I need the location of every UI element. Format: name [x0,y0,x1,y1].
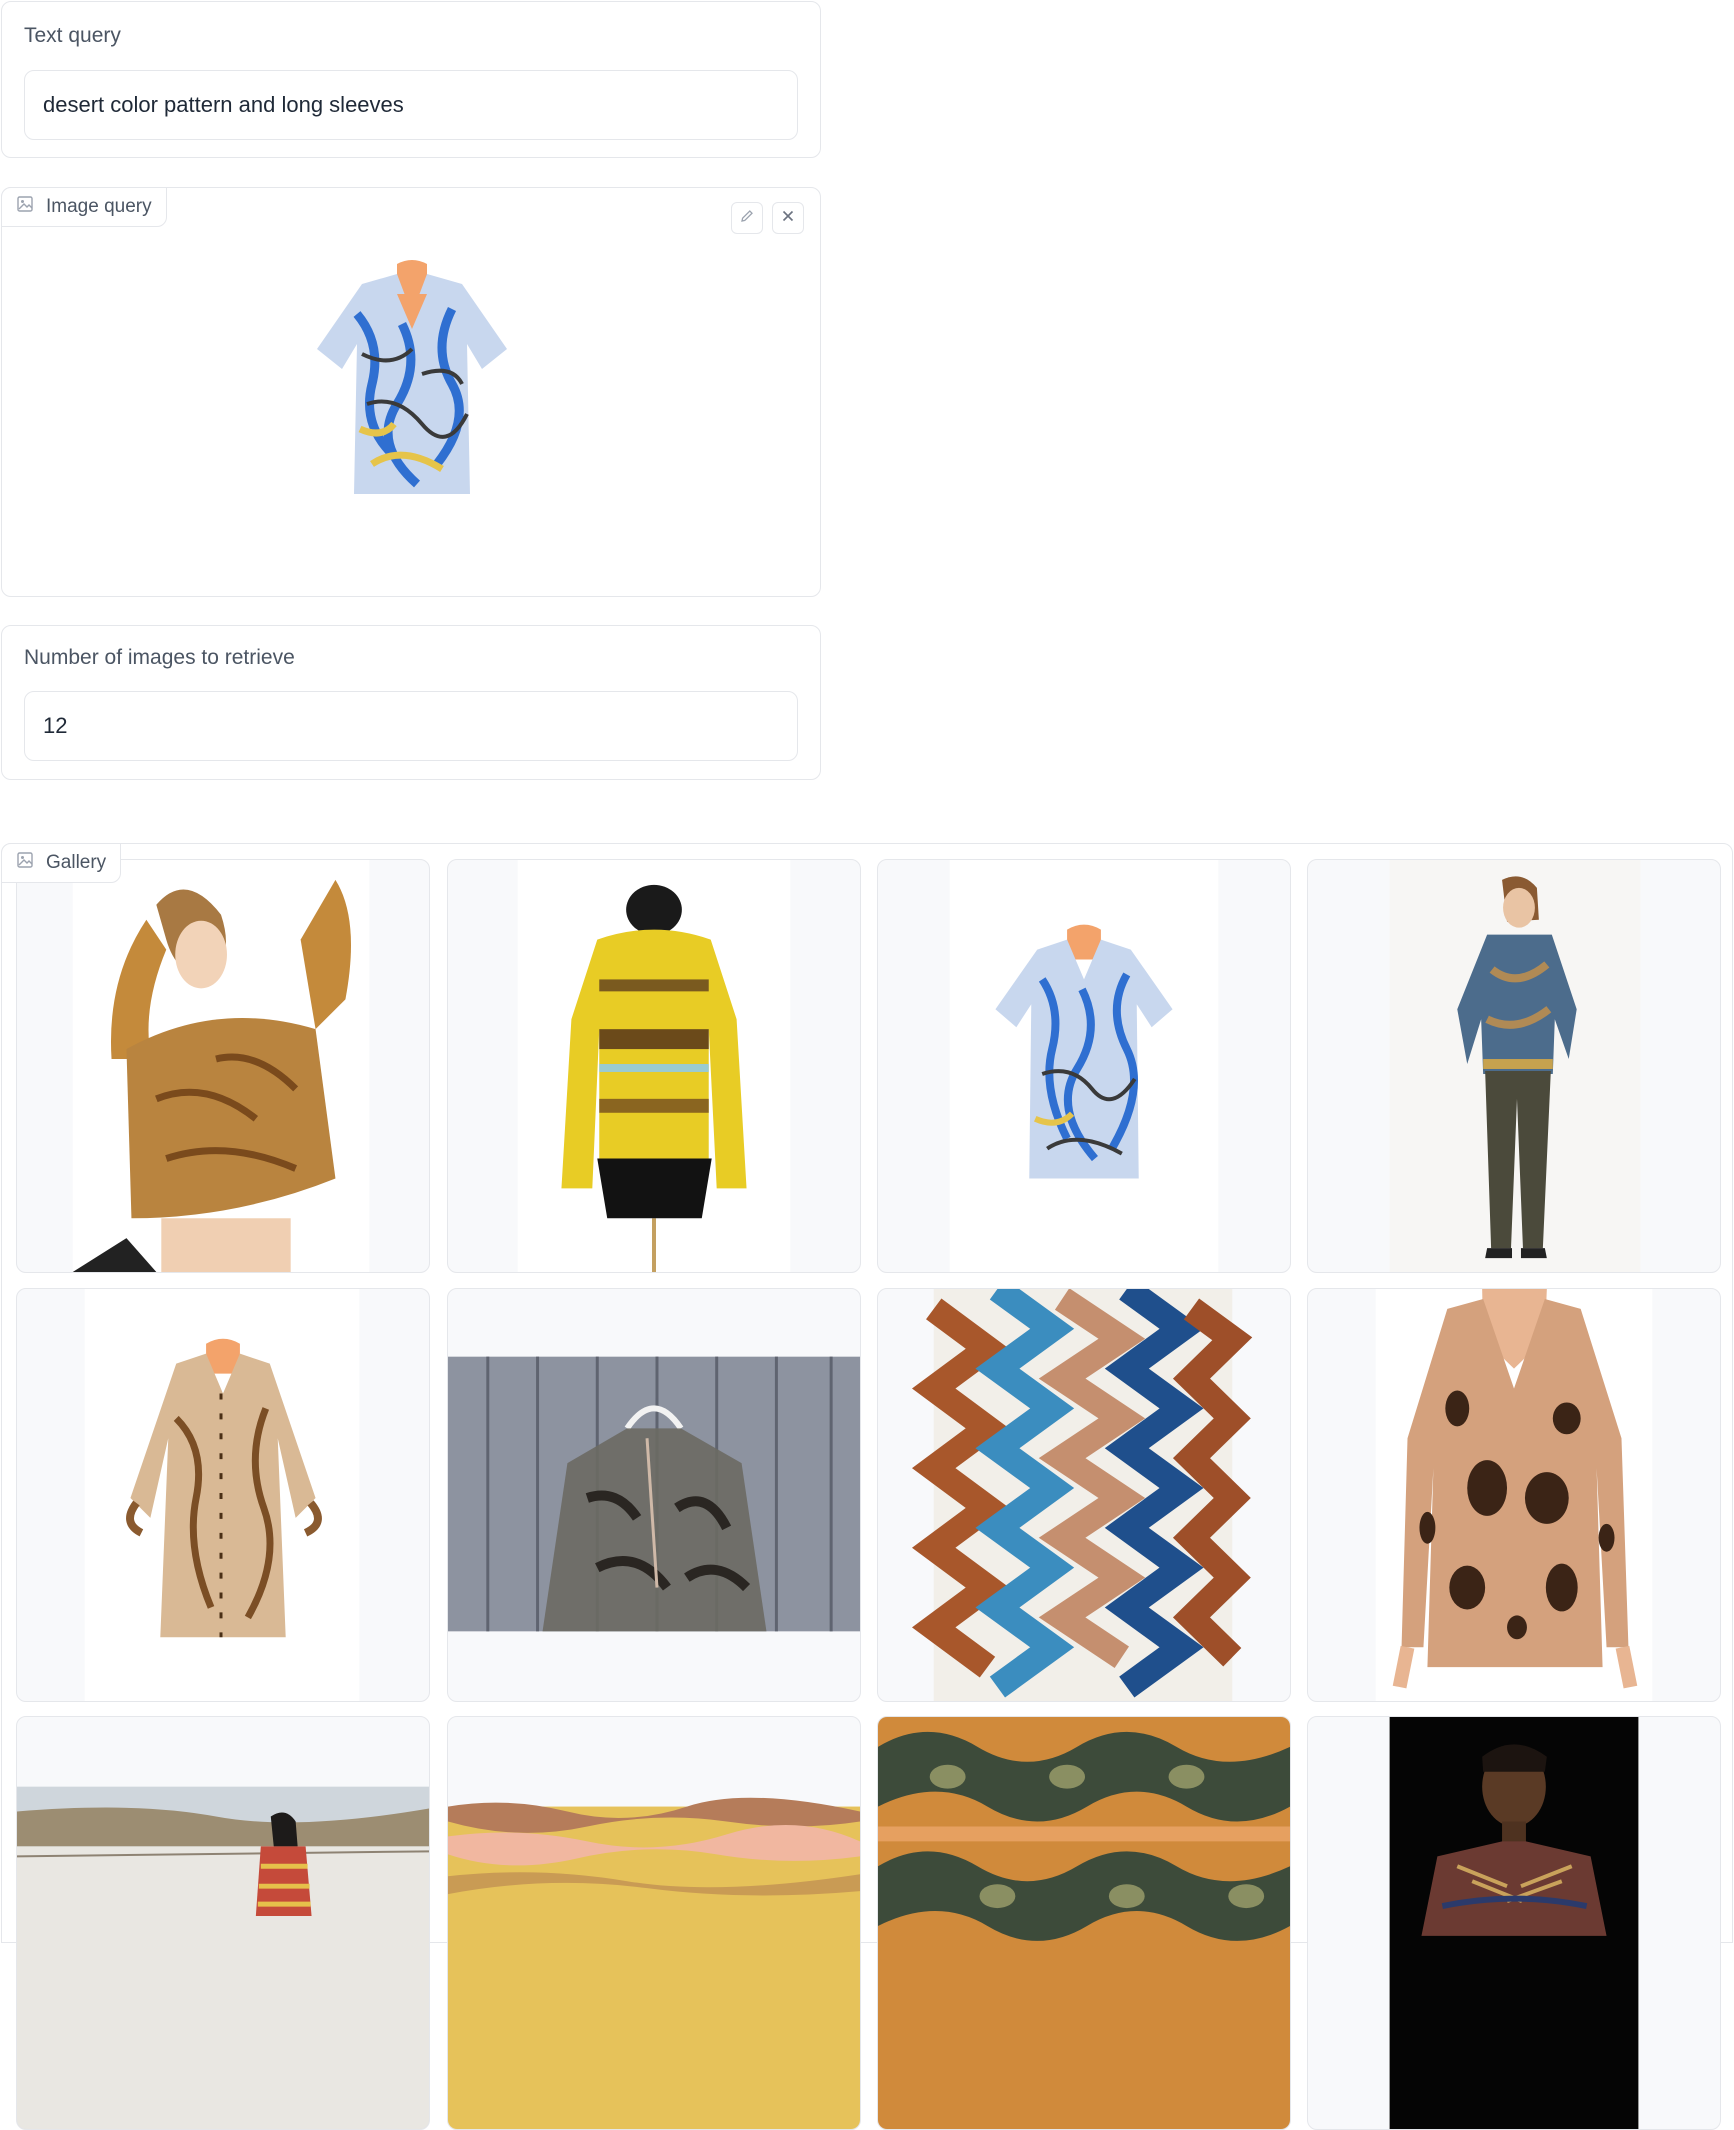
text-query-label: Text query [24,24,121,47]
close-icon [780,208,796,229]
pencil-icon [739,208,755,229]
gallery-label: Gallery [46,852,107,873]
gallery-block: Gallery [1,843,1733,2130]
gallery-thumbnail[interactable] [16,859,430,1273]
gallery-thumbnail[interactable] [1307,859,1721,1273]
num-images-input[interactable]: 12 [24,691,798,761]
edit-image-button[interactable] [731,202,763,234]
clear-image-button[interactable] [772,202,804,234]
gallery-thumbnail[interactable] [447,1288,861,1702]
image-query-tag: Image query [1,187,167,227]
image-icon [16,851,34,875]
gallery-thumbnail[interactable] [877,859,1291,1273]
image-icon [16,195,34,219]
num-images-block: Number of images to retrieve 12 [1,625,821,780]
gallery-thumbnail[interactable] [877,1288,1291,1702]
gallery-thumbnail[interactable] [447,859,861,1273]
image-query-label: Image query [46,196,152,217]
gallery-thumbnail[interactable] [877,1716,1291,2130]
gallery-thumbnail[interactable] [1307,1288,1721,1702]
gallery-tag: Gallery [1,843,122,883]
text-query-block: Text query desert color pattern and long… [1,1,821,158]
gallery-thumbnail[interactable] [16,1288,430,1702]
gallery-thumbnail[interactable] [16,1716,430,2130]
gallery-thumbnail[interactable] [447,1716,861,2130]
num-images-label: Number of images to retrieve [24,646,295,669]
gallery-thumbnail[interactable] [1307,1716,1721,2130]
text-query-input[interactable]: desert color pattern and long sleeves [24,70,798,140]
image-query-block[interactable]: Image query [1,187,821,597]
query-shirt-image [317,260,507,494]
